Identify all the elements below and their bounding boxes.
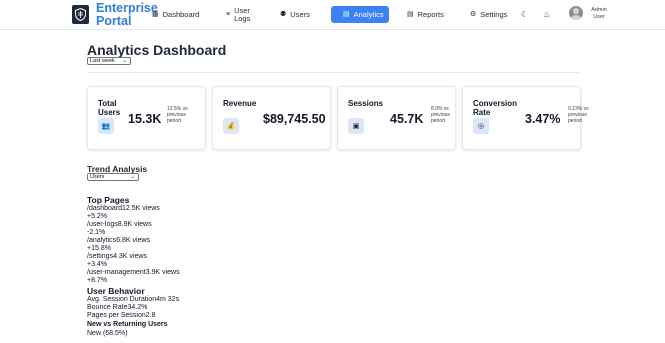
nav-users-label: Users <box>290 10 310 19</box>
chart-icon: ▤ <box>343 11 350 18</box>
nav-reports-label: Reports <box>417 10 444 19</box>
users-icon: 👥 <box>98 118 114 134</box>
page-views: 3.9K views <box>145 269 180 276</box>
chevron-down-icon: ⌄ <box>122 58 127 64</box>
behavior-metric: Bounce Rate34.2% <box>87 304 147 312</box>
money-bag-icon: 💰 <box>223 118 239 134</box>
users-icon: ⚉ <box>280 11 287 18</box>
page-change: +8.7% <box>87 277 108 284</box>
dark-mode-toggle[interactable]: ☾ <box>521 10 528 20</box>
page-views: 8.9K views <box>117 221 152 228</box>
nav-reports[interactable]: ▤ Reports <box>407 6 444 23</box>
avatar[interactable] <box>569 6 583 20</box>
nav-settings[interactable]: ⚙ Settings <box>470 6 507 23</box>
page-title: Analytics Dashboard <box>87 42 227 58</box>
metric-card-sessions: Sessions ▣ 45.7K 8.9% vs previous period <box>337 86 456 150</box>
metric-card-total-users: Total Users 👥 15.3K 12.5% vs previous pe… <box>87 86 206 150</box>
metric-card-revenue: Revenue 💰 $89,745.50 <box>212 86 331 150</box>
trend-metric-select[interactable]: Users ⌄ <box>87 173 139 181</box>
user-name[interactable]: Admin User <box>589 7 609 20</box>
nav-dashboard-label: Dashboard <box>162 10 200 19</box>
grid-icon: ▦ <box>152 11 159 18</box>
trend-metric-value: Users <box>90 174 105 180</box>
nav-settings-label: Settings <box>480 10 508 19</box>
card-label: Revenue <box>223 99 257 108</box>
new-users-value: New (68.5%) <box>87 330 128 337</box>
metric-label: Pages per Session <box>87 312 146 319</box>
top-pages-title: Top Pages <box>87 195 130 205</box>
metric-label: Bounce Rate <box>87 304 128 311</box>
card-change: 12.5% vs previous period <box>167 106 188 124</box>
logo-icon[interactable] <box>72 5 89 24</box>
metric-value: 34.2% <box>127 304 148 311</box>
page-change: +3.4% <box>87 261 108 268</box>
page-views: 6.8K views <box>116 237 151 244</box>
top-navbar: Enterprise Portal ▦ Dashboard ≡ User Log… <box>0 0 665 30</box>
target-icon: ◎ <box>473 118 489 134</box>
nav-analytics[interactable]: ▤ Analytics <box>331 6 389 23</box>
page-views: 12.5K views <box>122 205 160 212</box>
date-range-value: Last week <box>90 58 115 64</box>
moon-icon: ☾ <box>521 10 529 19</box>
session-icon: ▣ <box>348 118 364 134</box>
user-behavior-title: User Behavior <box>87 286 145 296</box>
page-path[interactable]: /settings <box>87 253 113 260</box>
new-vs-returning-title: New vs Returning Users <box>87 321 168 328</box>
list-item: /analytics6.8K views <box>87 237 150 245</box>
metric-value: 4m 32s <box>156 296 180 303</box>
page-path[interactable]: /analytics <box>87 237 116 244</box>
page-path[interactable]: /dashboard <box>87 205 122 212</box>
nav-user-logs[interactable]: ≡ User Logs <box>226 6 256 23</box>
list-item: /user-logs8.9K views <box>87 221 152 229</box>
page-path[interactable]: /user-logs <box>87 221 118 228</box>
nav-user-logs-label: User Logs <box>234 5 251 23</box>
list-icon: ≡ <box>226 11 231 18</box>
metric-card-conversion: Conversion Rate ◎ 3.47% 0.23% vs previou… <box>462 86 589 150</box>
metric-label: Avg. Session Duration <box>87 296 157 303</box>
divider <box>87 72 579 73</box>
page-change: -2.1% <box>87 229 106 236</box>
card-value: 3.47% <box>525 112 561 126</box>
page-views: 4.3K views <box>113 253 147 260</box>
nav-dashboard[interactable]: ▦ Dashboard <box>152 6 199 23</box>
list-item: /user-management3.9K views <box>87 269 180 277</box>
card-value: $89,745.50 <box>263 112 326 126</box>
metric-value: 2.8 <box>145 312 156 319</box>
date-range-select[interactable]: Last week ⌄ <box>87 57 131 65</box>
page-change: +15.8% <box>87 245 111 252</box>
nav-users[interactable]: ⚉ Users <box>280 6 310 23</box>
card-label: Total Users <box>98 99 121 117</box>
nav-analytics-label: Analytics <box>353 10 384 19</box>
page-path[interactable]: /user-management <box>87 269 146 276</box>
card-change: 8.9% vs previous period <box>431 106 450 124</box>
behavior-metric: Pages per Session2.8 <box>87 312 156 320</box>
list-item: /settings4.3K views <box>87 253 147 261</box>
brand-name[interactable]: Enterprise Portal <box>96 2 158 27</box>
card-label: Sessions <box>348 99 384 108</box>
document-icon: ▤ <box>407 11 414 18</box>
card-value: 15.3K <box>128 112 162 126</box>
notifications-button[interactable]: ♨ <box>543 10 550 20</box>
page-change: +5.2% <box>87 213 108 220</box>
card-change: 0.23% vs previous period <box>568 106 589 124</box>
behavior-metric: Avg. Session Duration4m 32s <box>87 296 179 304</box>
card-value: 45.7K <box>390 112 424 126</box>
card-label: Conversion Rate <box>473 99 518 117</box>
gear-icon: ⚙ <box>470 11 477 18</box>
bell-icon: ♨ <box>543 10 551 19</box>
chevron-down-icon: ⌄ <box>130 174 135 180</box>
list-item: /dashboard12.5K views <box>87 205 160 213</box>
